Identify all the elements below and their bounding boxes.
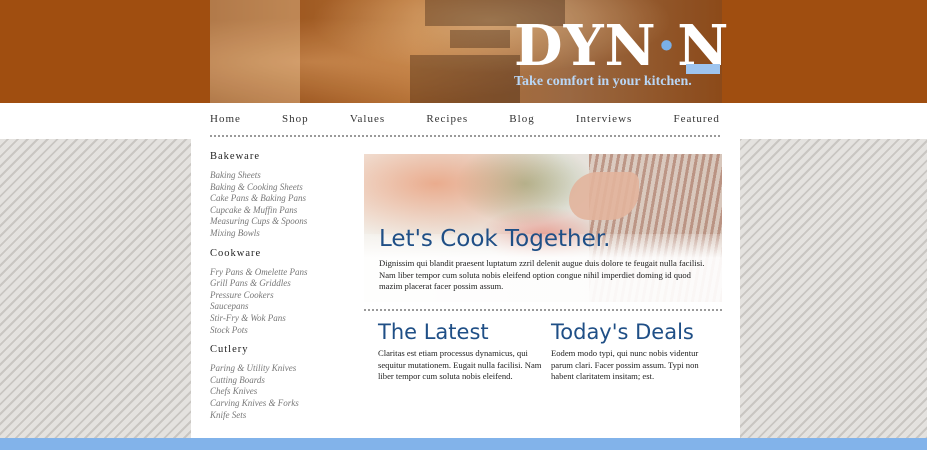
sidebar-link[interactable]: Carving Knives & Forks	[210, 398, 350, 410]
category-title-cutlery[interactable]: Cutlery	[210, 344, 350, 355]
sidebar-link[interactable]: Pressure Cookers	[210, 290, 350, 302]
sidebar-link[interactable]: Chefs Knives	[210, 386, 350, 398]
nav-item-featured[interactable]: Featured	[673, 113, 719, 125]
sidebar-link[interactable]: Paring & Utility Knives	[210, 363, 350, 375]
latest-section: The Latest Claritas est etiam processus …	[378, 319, 543, 383]
nav-item-interviews[interactable]: Interviews	[576, 113, 632, 125]
category-list-bakeware: Baking Sheets Baking & Cooking Sheets Cake…	[210, 170, 350, 240]
sidebar-link[interactable]: Cake Pans & Baking Pans	[210, 193, 350, 205]
deals-title[interactable]: Today's Deals	[551, 319, 716, 345]
logo-accent-bar	[686, 64, 720, 74]
sidebar-link[interactable]: Fry Pans & Omelette Pans	[210, 267, 350, 279]
nav-item-home[interactable]: Home	[210, 113, 241, 125]
nav-item-blog[interactable]: Blog	[509, 113, 534, 125]
category-title-cookware[interactable]: Cookware	[210, 248, 350, 259]
hero-image-hand	[569, 172, 639, 220]
site-header: DYN·N Take comfort in your kitchen.	[0, 0, 927, 103]
category-list-cookware: Fry Pans & Omelette Pans Grill Pans & Gri…	[210, 267, 350, 337]
deals-section: Today's Deals Eodem modo typi, qui nunc …	[551, 319, 716, 383]
hero-banner: Let's Cook Together. Dignissim qui bland…	[364, 154, 722, 302]
category-sidebar: Bakeware Baking Sheets Baking & Cooking Sh…	[210, 151, 350, 429]
sidebar-link[interactable]: Grill Pans & Griddles	[210, 278, 350, 290]
sidebar-link[interactable]: Cutting Boards	[210, 375, 350, 387]
footer-bar	[0, 438, 927, 450]
sidebar-link[interactable]: Saucepans	[210, 301, 350, 313]
nav-item-recipes[interactable]: Recipes	[426, 113, 468, 125]
latest-text: Claritas est etiam processus dynamicus, …	[378, 348, 542, 381]
sidebar-link[interactable]: Knife Sets	[210, 410, 350, 422]
content-panel: Bakeware Baking Sheets Baking & Cooking Sh…	[191, 139, 740, 438]
hero-title[interactable]: Let's Cook Together.	[379, 226, 610, 252]
sidebar-link[interactable]: Cupcake & Muffin Pans	[210, 205, 350, 217]
sidebar-link[interactable]: Baking Sheets	[210, 170, 350, 182]
category-title-bakeware[interactable]: Bakeware	[210, 151, 350, 162]
main-nav: Home Shop Values Recipes Blog Interviews Featu…	[0, 103, 927, 139]
section-divider	[364, 309, 722, 311]
nav-item-shop[interactable]: Shop	[282, 113, 309, 125]
category-list-cutlery: Paring & Utility Knives Cutting Boards Che…	[210, 363, 350, 421]
sidebar-link[interactable]: Mixing Bowls	[210, 228, 350, 240]
deals-text: Eodem modo typi, qui nunc nobis videntur…	[551, 348, 699, 381]
tagline: Take comfort in your kitchen.	[514, 74, 692, 89]
sidebar-link[interactable]: Stock Pots	[210, 325, 350, 337]
sidebar-link[interactable]: Measuring Cups & Spoons	[210, 216, 350, 228]
latest-title[interactable]: The Latest	[378, 319, 543, 345]
nav-bar: Home Shop Values Recipes Blog Interviews Featu…	[210, 103, 720, 137]
sidebar-link[interactable]: Baking & Cooking Sheets	[210, 182, 350, 194]
hero-text: Dignissim qui blandit praesent luptatum …	[379, 258, 705, 291]
nav-item-values[interactable]: Values	[350, 113, 385, 125]
sidebar-link[interactable]: Stir-Fry & Wok Pans	[210, 313, 350, 325]
